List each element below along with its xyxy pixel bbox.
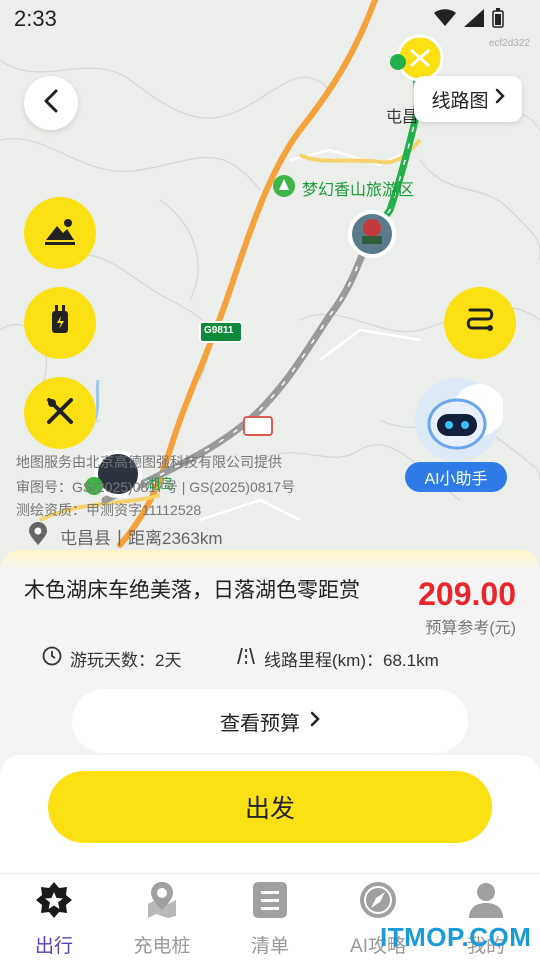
food-icon [44,395,76,432]
view-budget-button[interactable]: 查看预算 [72,689,468,753]
status-time: 2:33 [14,6,57,31]
scenery-filter-button[interactable] [24,197,96,269]
location-pin-icon [28,522,48,551]
robot-icon [411,376,505,471]
scenery-icon [43,216,77,251]
charger-filter-button[interactable] [24,287,96,359]
ai-assistant-label: AI小助手 [405,462,507,492]
map-credit-line-3: 测绘资质：甲测资字11112528 [16,502,202,518]
back-button[interactable] [24,76,78,130]
route-path-icon [462,306,498,341]
price-label: 预算参考(元) [425,620,516,637]
go-area: 出发 [0,755,540,873]
trip-title: 木色湖床车绝美落，日落湖色零距赏 [24,579,360,602]
view-budget-label: 查看预算 [220,712,300,735]
chevron-right-icon [495,88,505,110]
tab-list[interactable]: 清单 [216,874,324,960]
route-planner-button[interactable] [444,287,516,359]
go-button[interactable]: 出发 [48,771,492,843]
tab-list-label: 清单 [250,936,289,957]
charger-icon [46,303,74,344]
tab-travel[interactable]: 出行 [0,874,108,960]
tab-charger[interactable]: 充电桩 [108,874,216,960]
map-watermark-id: ecf2d322 [488,38,530,49]
food-filter-button[interactable] [24,377,96,449]
trip-days: 游玩天数：2天 [42,646,181,671]
current-location: 屯昌县丨距离2363km [28,522,222,551]
trip-days-text: 游玩天数：2天 [70,651,182,670]
trip-info-card: 木色湖床车绝美落，日落湖色零距赏 209.00 预算参考(元) 游玩天数：2天 … [0,550,540,755]
route-map-label: 线路图 [431,90,489,112]
road-shield-label: G9811 [204,325,234,336]
tab-charger-label: 充电桩 [133,936,191,957]
brand-watermark: ITMOP.COM [380,922,532,952]
profile-icon [466,880,506,925]
travel-icon [33,880,75,925]
route-map-button[interactable]: 线路图 [414,76,522,122]
scenic-area-label[interactable]: 梦幻香山旅游区 [302,176,414,200]
tab-travel-label: 出行 [34,936,73,957]
trip-distance-text: 线路里程(km)：68.1km [264,651,439,670]
map-credit-line-1: 地图服务由北京高德图强科技有限公司提供 [16,454,282,470]
compass-icon [357,880,399,925]
trip-price: 209.00 [418,576,516,612]
card-top-gradient [0,550,540,570]
signal-icon [464,9,484,32]
status-bar: 2:33 [0,0,540,40]
wifi-icon [434,9,456,32]
list-icon [251,880,289,925]
chevron-right-icon [310,710,320,733]
battery-icon [492,8,504,33]
road-icon [236,646,256,671]
clock-icon [42,646,62,671]
chevron-left-icon [43,89,59,118]
trip-distance: 线路里程(km)：68.1km [236,646,439,671]
charger-map-icon [142,880,182,925]
location-text: 屯昌县丨距离2363km [60,529,223,548]
ai-assistant-button[interactable]: AI小助手 [405,376,515,496]
map-credit-line-2: 审图号：GS(2025)0817号 | GS(2025)0817号 [16,479,296,495]
